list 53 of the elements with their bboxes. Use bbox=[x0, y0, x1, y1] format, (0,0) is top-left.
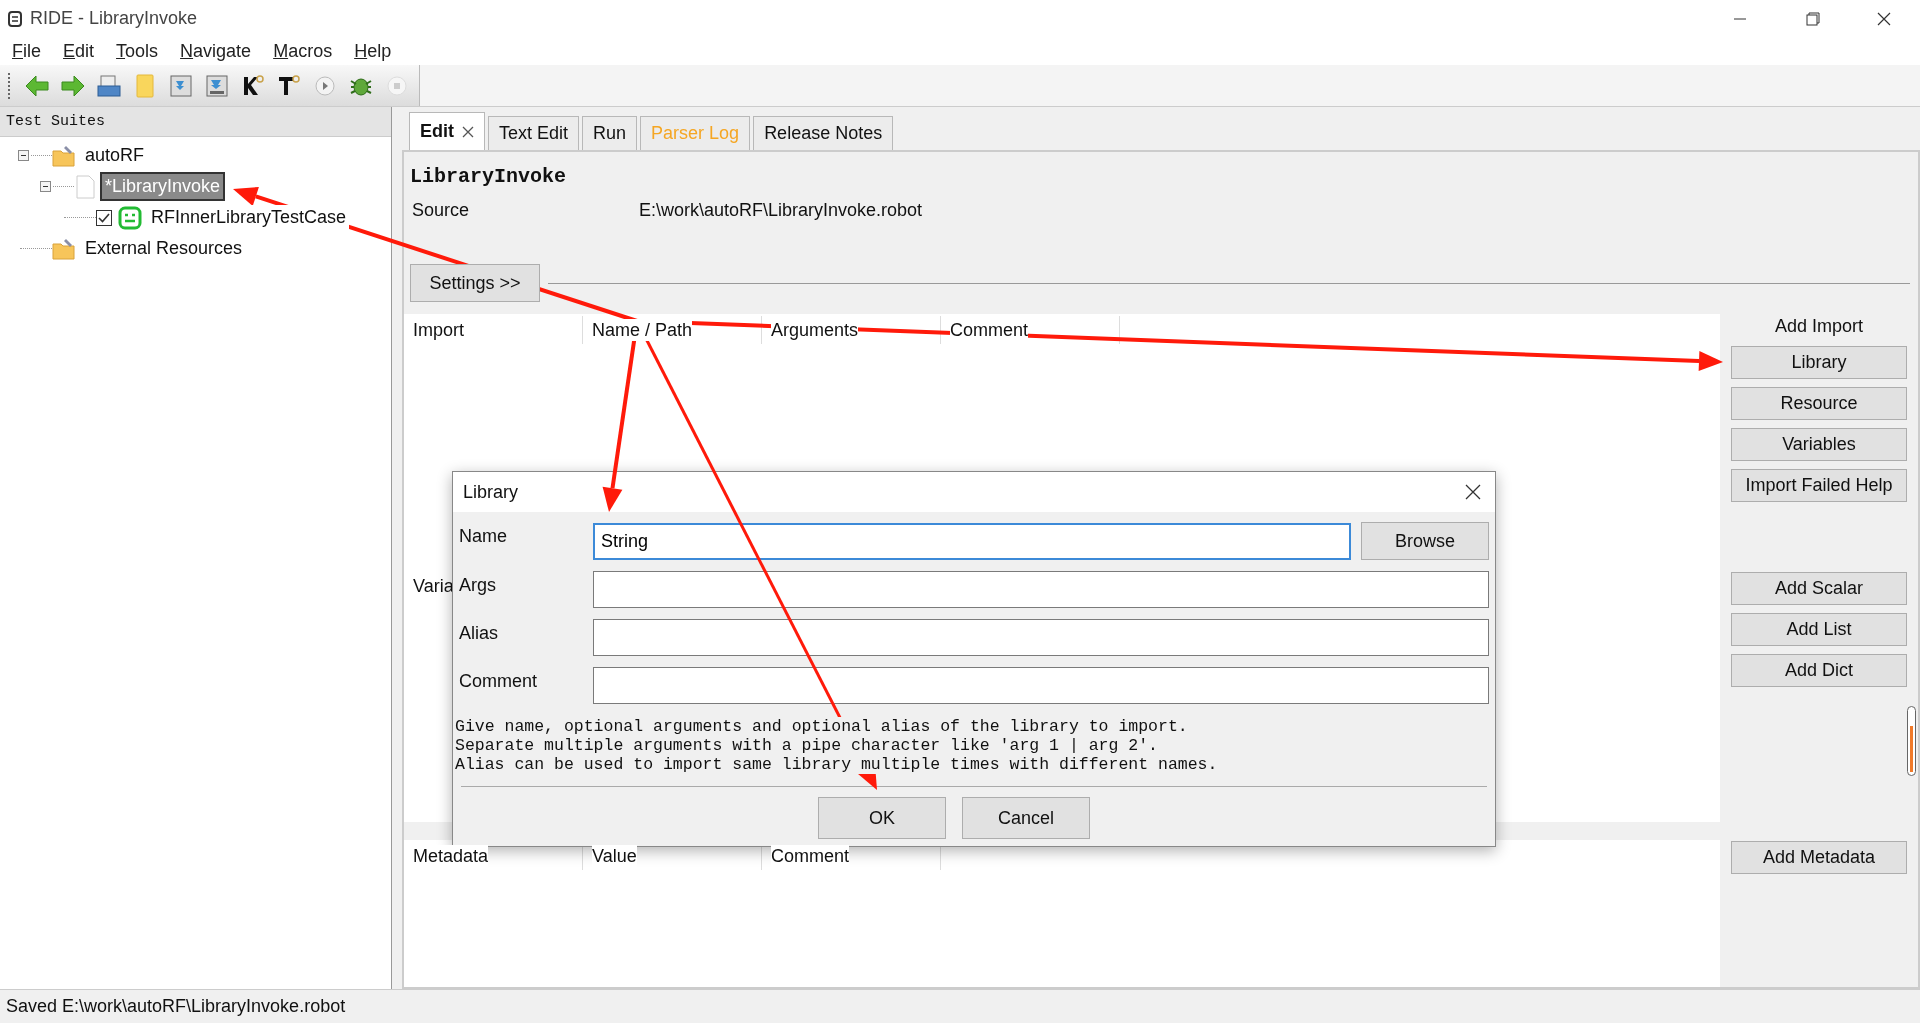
add-import-button[interactable]: Import Failed Help bbox=[1731, 469, 1907, 502]
folder-icon bbox=[52, 144, 76, 167]
dialog-title: Library bbox=[463, 481, 520, 503]
input-field[interactable] bbox=[593, 571, 1489, 608]
add-import-button[interactable]: Library bbox=[1731, 346, 1907, 379]
close-icon[interactable] bbox=[1465, 484, 1481, 500]
settings-button[interactable]: Settings >> bbox=[410, 264, 540, 302]
browse-button[interactable]: Browse bbox=[1361, 522, 1489, 560]
add-variable-button[interactable]: Add Dict bbox=[1731, 654, 1907, 687]
tab[interactable]: Run bbox=[582, 116, 638, 150]
menu-item[interactable]: Navigate bbox=[172, 40, 260, 62]
add-metadata-button[interactable]: Add Metadata bbox=[1731, 841, 1907, 874]
add-variable-button[interactable]: Add List bbox=[1731, 613, 1907, 646]
tab[interactable]: Edit bbox=[409, 112, 485, 150]
field-label: Args bbox=[459, 574, 497, 596]
collapse-icon[interactable] bbox=[18, 150, 29, 161]
robot-icon bbox=[118, 205, 142, 230]
add-import-button[interactable]: Variables bbox=[1731, 428, 1907, 461]
save-all-icon[interactable] bbox=[204, 72, 230, 99]
editor-title: LibraryInvoke bbox=[410, 165, 568, 188]
close-icon[interactable] bbox=[462, 125, 474, 138]
tab[interactable]: Release Notes bbox=[753, 116, 894, 150]
collapse-icon[interactable] bbox=[40, 181, 51, 192]
field-label: Comment bbox=[459, 670, 539, 692]
column-header: Name / Path bbox=[592, 319, 693, 341]
menu-item[interactable]: Help bbox=[346, 40, 400, 62]
dialog-button[interactable]: Cancel bbox=[962, 797, 1090, 839]
input-field[interactable] bbox=[593, 619, 1489, 656]
dialog-button[interactable]: OK bbox=[818, 797, 946, 839]
menu-item[interactable]: Edit bbox=[55, 40, 103, 62]
tab[interactable]: Text Edit bbox=[488, 116, 580, 150]
file-icon bbox=[74, 174, 96, 199]
panel-title: Test Suites bbox=[0, 107, 391, 137]
input-field[interactable]: String bbox=[593, 522, 1351, 560]
section-label: Add Import bbox=[1774, 316, 1863, 338]
checkbox[interactable] bbox=[96, 209, 112, 226]
menu-item[interactable]: Tools bbox=[108, 40, 167, 62]
scrollbar[interactable] bbox=[1907, 706, 1916, 776]
field-label: Name bbox=[459, 525, 508, 547]
menu-item[interactable]: File bbox=[4, 40, 49, 62]
folder-icon bbox=[52, 237, 76, 260]
source-path: E:\work\autoRF\LibraryInvoke.robot bbox=[639, 200, 923, 221]
window-title: RIDE - LibraryInvoke bbox=[30, 8, 198, 29]
input-field[interactable] bbox=[593, 667, 1489, 704]
field-label: Alias bbox=[459, 622, 499, 644]
open-icon[interactable] bbox=[96, 72, 122, 99]
app-icon bbox=[8, 10, 22, 27]
column-header: Varia bbox=[413, 575, 454, 597]
add-import-button[interactable]: Resource bbox=[1731, 387, 1907, 420]
menu-item[interactable]: Macros bbox=[265, 40, 341, 62]
save-icon[interactable] bbox=[168, 72, 194, 99]
add-variable-button[interactable]: Add Scalar bbox=[1731, 572, 1907, 605]
field-label: Source bbox=[411, 200, 471, 221]
